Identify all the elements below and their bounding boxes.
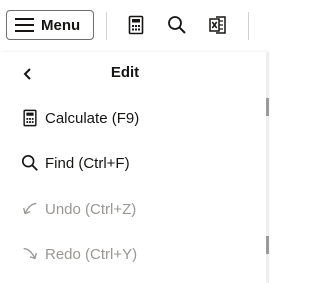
search-icon [168,16,186,34]
menu-item-label: Calculate (F9) [45,109,140,127]
menu-item-redo[interactable]: Redo (Ctrl+Y) [0,234,266,274]
menu-button-label: Menu [41,16,81,34]
panel-title: Edit [110,64,140,81]
calculator-icon [128,15,144,35]
find-toolbar-button[interactable] [165,13,189,37]
menu-item-calculate[interactable]: Calculate (F9) [0,98,266,138]
toolbar-divider [248,12,249,40]
menu-item-label: Find (Ctrl+F) [45,154,130,172]
scroll-indicator [266,236,269,254]
toolbar-divider [106,12,107,40]
menu-item-label: Redo (Ctrl+Y) [45,245,138,263]
panel-header: Edit [0,52,266,92]
menu-item-find[interactable]: Find (Ctrl+F) [0,143,266,183]
calculator-icon [20,108,40,128]
calculate-toolbar-button[interactable] [124,13,148,37]
export-excel-toolbar-button[interactable] [206,13,230,37]
menu-item-label: Undo (Ctrl+Z) [45,200,137,218]
edit-menu-panel: Edit Calculate (F9) Find (Ctrl+F) Undo (… [0,52,266,283]
excel-export-icon [209,16,226,34]
redo-icon [20,244,40,264]
menu-item-undo[interactable]: Undo (Ctrl+Z) [0,189,266,229]
menu-button[interactable]: Menu [6,10,94,40]
hamburger-icon [15,18,34,32]
scroll-indicator [266,98,269,116]
toolbar: Menu [0,0,269,52]
search-icon [20,153,40,173]
undo-icon [20,199,40,219]
